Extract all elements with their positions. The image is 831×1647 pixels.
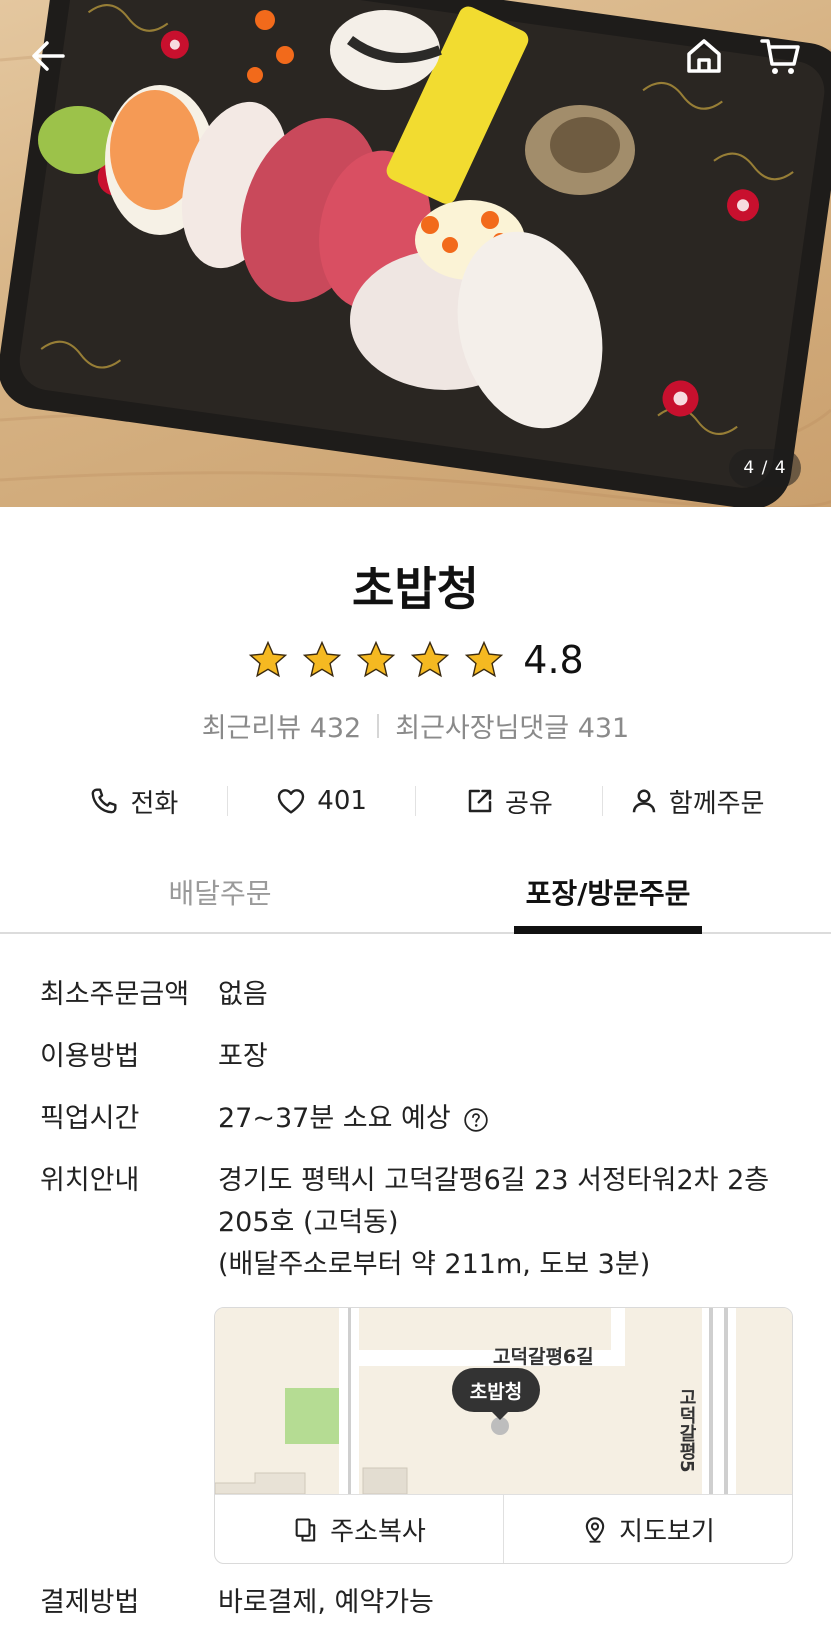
call-label: 전화 <box>130 788 179 819</box>
share-button[interactable]: 공유 <box>416 783 603 820</box>
copy-icon <box>295 1517 316 1542</box>
payment-label: 결제방법 <box>40 1587 140 1618</box>
star-icon <box>411 640 450 678</box>
cart-button[interactable] <box>752 28 808 84</box>
like-button[interactable]: 401 <box>228 785 415 817</box>
heart-icon <box>278 789 305 814</box>
map-street-vertical: 고덕갈평5 <box>676 1388 697 1473</box>
group-order-label: 함께주문 <box>668 788 765 819</box>
like-count: 401 <box>317 786 367 816</box>
pickup-time-label: 픽업시간 <box>40 1103 140 1134</box>
arrow-left-icon <box>32 41 65 71</box>
cart-icon <box>760 39 800 74</box>
method-value: 포장 <box>218 1041 268 1072</box>
review-summary[interactable]: 최근리뷰 432 최근사장님댓글 431 <box>0 706 831 745</box>
pickup-time-value: 27~37분 소요 예상 <box>218 1103 451 1134</box>
map-pin-pointer <box>490 1410 510 1420</box>
star-icon <box>357 640 396 678</box>
rating-value: 4.8 <box>523 638 584 682</box>
group-order-button[interactable]: 함께주문 <box>603 783 790 820</box>
photo-counter: 4 / 4 <box>729 449 801 487</box>
map-actions: 주소복사 지도보기 <box>215 1494 792 1563</box>
share-icon <box>468 789 492 813</box>
copy-address-button[interactable]: 주소복사 <box>215 1495 503 1563</box>
star-icon <box>249 640 288 678</box>
store-name: 초밥청 <box>352 562 479 616</box>
owner-replies-count[interactable]: 최근사장님댓글 431 <box>395 706 629 745</box>
divider <box>377 713 380 738</box>
back-button[interactable] <box>20 28 76 84</box>
location-pin-icon <box>585 1516 605 1543</box>
home-icon <box>687 39 721 73</box>
map-pin-label[interactable]: 초밥청 <box>452 1368 540 1412</box>
min-order-value: 없음 <box>218 979 268 1010</box>
location-label: 위치안내 <box>40 1165 140 1196</box>
tab-pickup[interactable]: 포장/방문주문 <box>514 860 702 934</box>
order-type-tabs: 배달주문 포장/방문주문 <box>0 860 831 934</box>
info-row-location: 위치안내 경기도 평택시 고덕갈평6길 23 서정타워2차 2층 205호 (고… <box>40 1160 800 1290</box>
map-street-horizontal: 고덕갈평6길 <box>493 1346 594 1368</box>
location-distance: (배달주소로부터 약 211m, 도보 3분) <box>218 1249 651 1280</box>
store-photo[interactable]: 4 / 4 <box>0 0 831 507</box>
call-button[interactable]: 전화 <box>40 783 227 820</box>
phone-icon <box>92 788 117 814</box>
rating-row[interactable]: 4.8 <box>0 632 831 688</box>
star-icon <box>465 640 504 678</box>
view-map-label: 지도보기 <box>619 1517 715 1547</box>
share-label: 공유 <box>504 788 553 819</box>
location-address: 경기도 평택시 고덕갈평6길 23 서정타워2차 2층 205호 (고덕동) <box>218 1165 770 1238</box>
home-button[interactable] <box>676 28 732 84</box>
recent-reviews-count[interactable]: 최근리뷰 432 <box>202 706 361 745</box>
star-icon <box>303 640 342 678</box>
person-icon <box>632 789 656 813</box>
view-map-button[interactable]: 지도보기 <box>503 1495 792 1563</box>
payment-value: 바로결제, 예약가능 <box>218 1587 434 1618</box>
pickup-time-value-wrap: 27~37분 소요 예상 <box>218 1098 798 1140</box>
method-label: 이용방법 <box>40 1041 140 1072</box>
action-bar: 전화 401 공유 함께주문 <box>40 778 790 824</box>
map-card: 고덕갈평6길 고덕갈평5 초밥청 주소복사 지도보기 <box>214 1307 793 1564</box>
help-icon[interactable] <box>463 1107 489 1133</box>
min-order-label: 최소주문금액 <box>40 979 190 1010</box>
tab-delivery[interactable]: 배달주문 <box>100 860 340 932</box>
location-value: 경기도 평택시 고덕갈평6길 23 서정타워2차 2층 205호 (고덕동) (… <box>218 1160 798 1286</box>
copy-address-label: 주소복사 <box>330 1517 426 1547</box>
map-view[interactable]: 고덕갈평6길 고덕갈평5 초밥청 <box>215 1308 792 1494</box>
